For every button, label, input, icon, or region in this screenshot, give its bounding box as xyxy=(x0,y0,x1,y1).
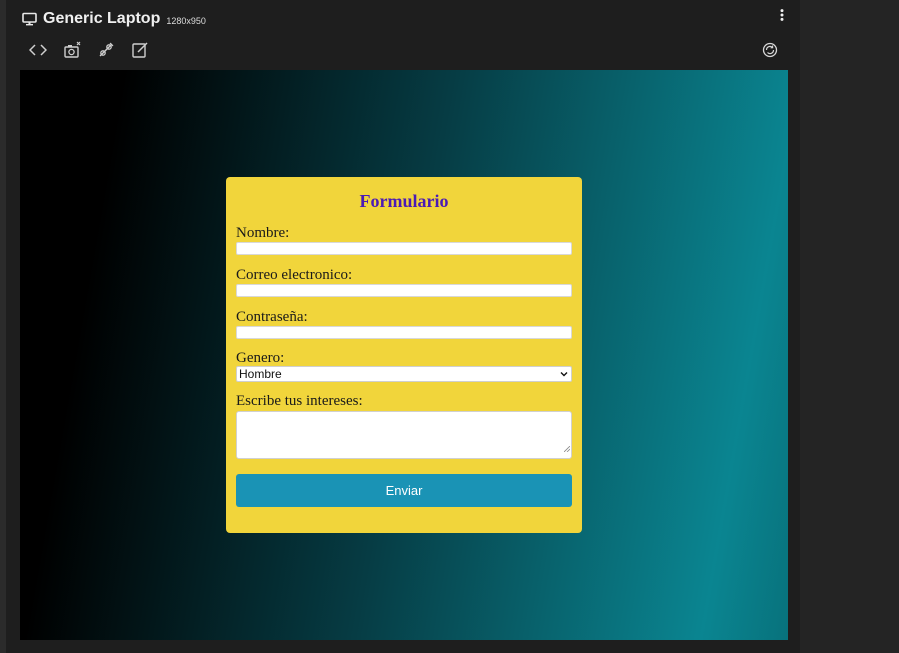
submit-button[interactable]: Enviar xyxy=(236,474,572,507)
contrasena-input[interactable] xyxy=(236,326,572,339)
genero-label: Genero: xyxy=(236,350,285,366)
resize-handle-icon[interactable] xyxy=(563,439,571,457)
device-name: Generic Laptop xyxy=(43,10,161,27)
edit-icon xyxy=(131,41,149,64)
more-options-button[interactable] xyxy=(773,8,791,26)
rotate-device-button[interactable] xyxy=(758,40,782,64)
inspect-icon xyxy=(97,41,115,64)
screenshot-icon xyxy=(63,41,81,64)
genero-selected-value: Hombre xyxy=(239,367,282,381)
chevron-down-icon xyxy=(560,368,568,382)
more-vertical-icon xyxy=(780,8,784,26)
device-viewport: Formulario Nombre: Correo electronico: C… xyxy=(20,70,788,640)
genero-select[interactable]: Hombre xyxy=(236,366,572,382)
correo-label: Correo electronico: xyxy=(236,267,353,283)
intereses-textarea[interactable] xyxy=(236,411,572,459)
device-toolbar xyxy=(26,40,162,64)
left-gutter xyxy=(0,0,6,653)
code-icon xyxy=(28,43,48,62)
form-title: Formulario xyxy=(359,191,449,211)
edit-button[interactable] xyxy=(128,40,152,64)
nombre-label: Nombre: xyxy=(236,225,290,241)
correo-input[interactable] xyxy=(236,284,572,297)
contrasena-label: Contraseña: xyxy=(236,309,308,325)
right-panel xyxy=(800,0,899,653)
inspect-button[interactable] xyxy=(94,40,118,64)
code-view-button[interactable] xyxy=(26,40,50,64)
rotate-icon xyxy=(762,42,778,63)
form-card: Formulario Nombre: Correo electronico: C… xyxy=(226,177,582,533)
devtools-preview-window: Generic Laptop 1280x950 Formulario Nombr… xyxy=(0,0,899,653)
nombre-input[interactable] xyxy=(236,242,572,255)
screenshot-button[interactable] xyxy=(60,40,84,64)
device-header: Generic Laptop 1280x950 xyxy=(22,8,206,30)
intereses-label: Escribe tus intereses: xyxy=(236,393,363,409)
monitor-icon xyxy=(22,12,37,26)
device-resolution: 1280x950 xyxy=(166,16,206,26)
